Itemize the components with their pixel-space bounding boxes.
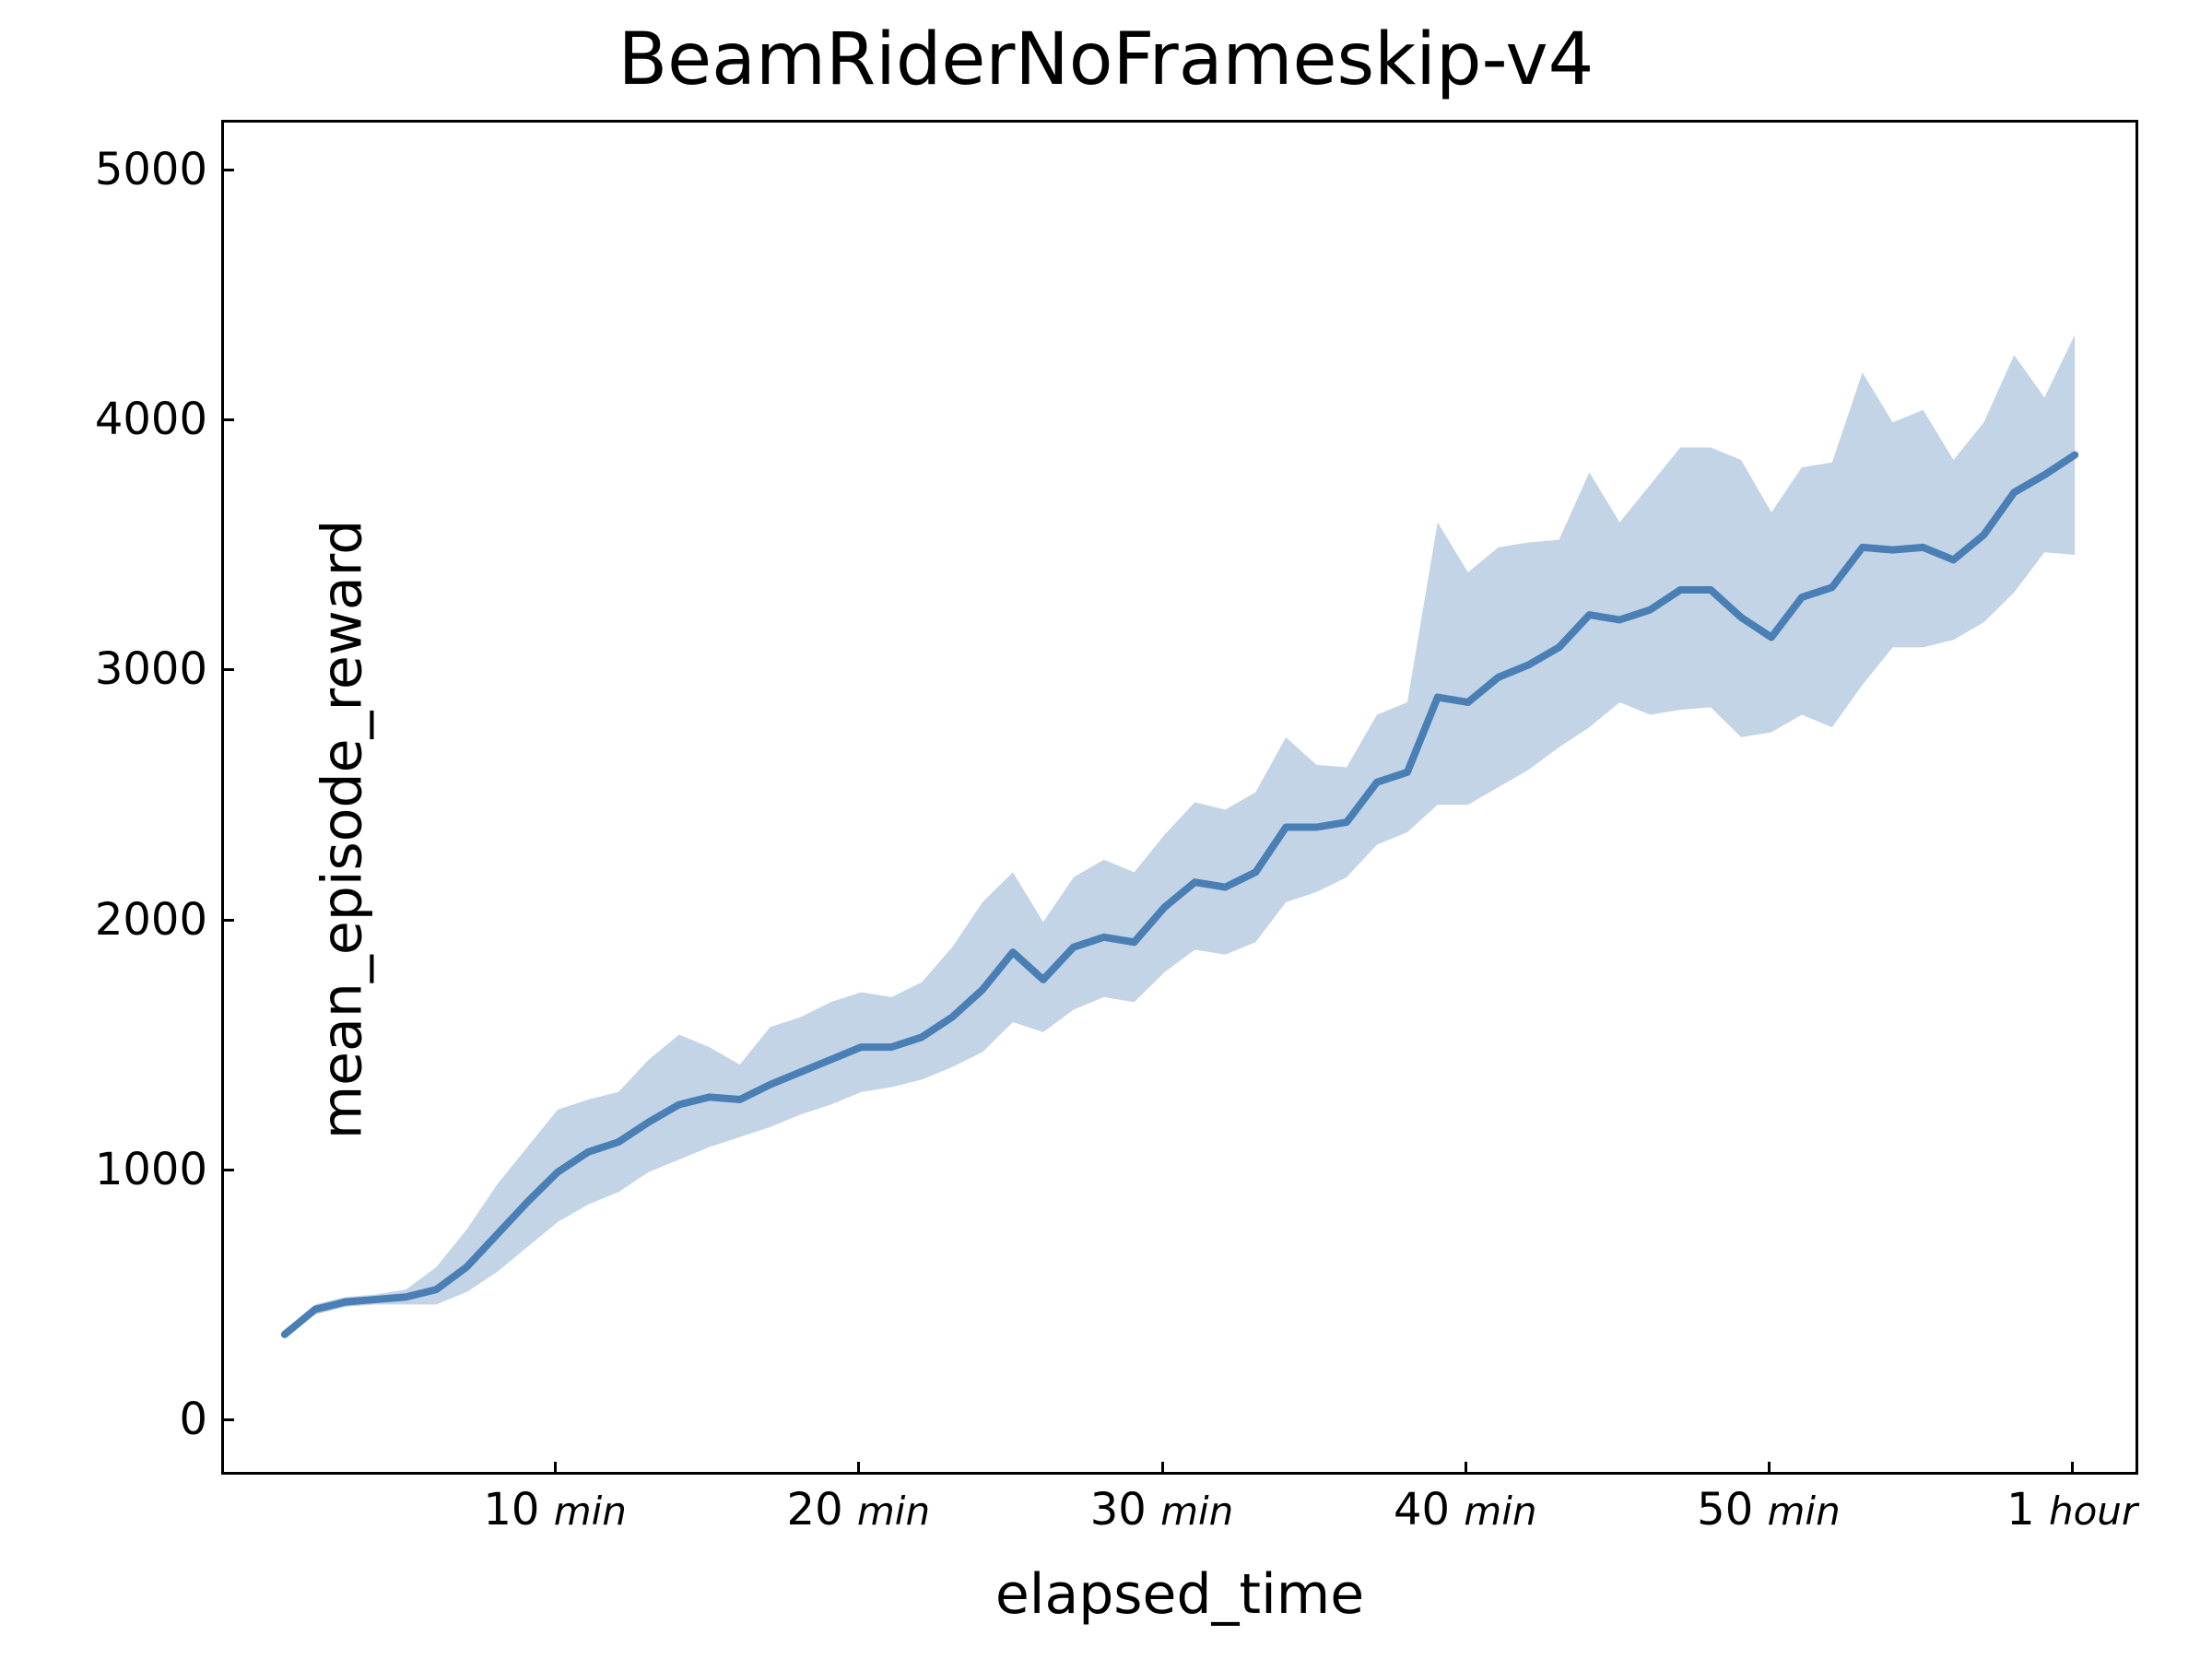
y-tick-label: 0 [23,1394,207,1445]
y-tick-label: 4000 [23,394,207,445]
confidence-band [285,335,2075,1336]
y-tick-label: 2000 [23,894,207,946]
x-tick-label: 30 min [1090,1484,1234,1535]
x-tick-label: 50 min [1697,1484,1841,1535]
plot-area [221,120,2138,1475]
y-tick-label: 5000 [23,144,207,195]
x-tick-label: 10 min [483,1484,627,1535]
chart-container: BeamRiderNoFrameskip-v4 mean_episode_rew… [0,0,2212,1659]
x-tick-label: 1 hour [2006,1484,2137,1535]
y-tick-label: 3000 [23,643,207,695]
plot-svg [224,123,2136,1472]
x-tick-label: 40 min [1394,1484,1537,1535]
chart-title: BeamRiderNoFrameskip-v4 [0,18,2212,101]
y-tick-label: 1000 [23,1144,207,1195]
x-axis-label: elapsed_time [221,1562,2138,1627]
x-tick-label: 20 min [787,1484,931,1535]
